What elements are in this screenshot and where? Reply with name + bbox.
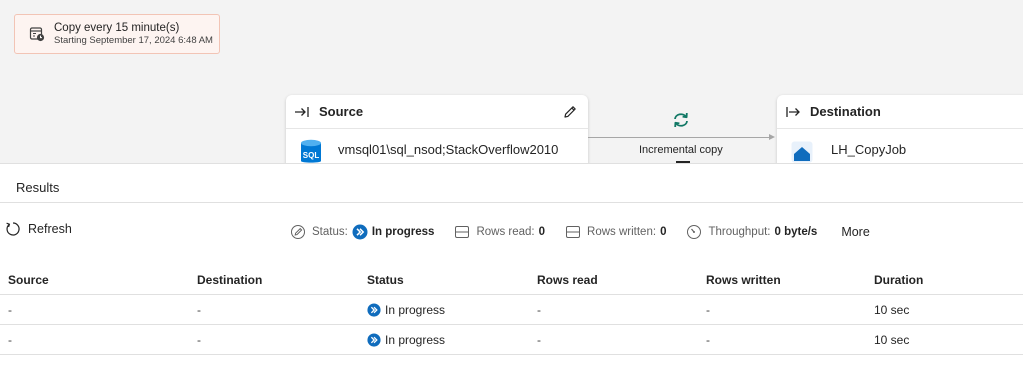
schedule-start: Starting September 17, 2024 6:48 AM [54, 34, 213, 46]
more-button[interactable]: More [841, 225, 869, 239]
summary-throughput: Throughput: 0 byte/s [686, 224, 817, 240]
pipeline-canvas: Copy every 15 minute(s) Starting Septemb… [0, 0, 1023, 163]
svg-text:SQL: SQL [303, 151, 320, 160]
sql-database-icon: SQL [301, 139, 321, 163]
arrow-right-bar-icon [786, 106, 800, 117]
in-progress-icon [352, 224, 368, 240]
cell-rows-read: - [537, 333, 541, 347]
throughput-label: Throughput: [708, 226, 771, 238]
column-header-source[interactable]: Source [8, 265, 49, 295]
cell-duration: 10 sec [874, 325, 909, 355]
connector-line [588, 137, 771, 138]
tab-results[interactable]: Results [16, 180, 59, 195]
summary-status: Status: In progress [290, 224, 434, 240]
refresh-label: Refresh [28, 222, 72, 236]
summary-rows-written: Rows written: 0 [565, 225, 666, 239]
table-row[interactable]: - - In progress - - 10 sec [0, 295, 1023, 325]
schedule-badge[interactable]: Copy every 15 minute(s) Starting Septemb… [14, 14, 220, 54]
refresh-icon [6, 222, 20, 236]
table-icon [455, 226, 470, 238]
throughput-value: 0 byte/s [774, 226, 818, 238]
source-connection-name: vmsql01\sql_nsod;StackOverflow2010 [338, 141, 559, 157]
cell-status-text: In progress [385, 303, 446, 317]
column-header-rows-written[interactable]: Rows written [706, 265, 781, 295]
tab-divider [0, 202, 1023, 203]
source-card-header: Source [286, 95, 588, 129]
lakehouse-icon [791, 141, 813, 163]
cell-destination: - [197, 303, 201, 317]
sync-arrows-icon [674, 112, 688, 128]
cell-rows-written: - [706, 303, 710, 317]
in-progress-icon [367, 303, 381, 317]
schedule-frequency: Copy every 15 minute(s) [54, 21, 180, 34]
calendar-clock-icon [29, 27, 45, 42]
run-summary-bar: Status: In progress Rows read: 0 Rows wr… [290, 223, 870, 241]
source-card-body: SQL vmsql01\sql_nsod;StackOverflow2010 [286, 129, 588, 163]
cell-duration-text: 10 sec [874, 333, 910, 347]
status-edit-icon [291, 225, 305, 239]
destination-card-header: Destination [777, 95, 1023, 129]
table-row[interactable]: - - In progress - - 10 sec [0, 325, 1023, 355]
summary-rows-read: Rows read: 0 [454, 225, 545, 239]
in-progress-icon [367, 333, 381, 347]
cell-source: - [8, 303, 12, 317]
status-value: In progress [371, 226, 435, 238]
cell-duration-text: 10 sec [874, 303, 910, 317]
destination-item-name: LH_CopyJob [831, 141, 907, 157]
rows-written-label: Rows written: [587, 226, 657, 238]
destination-card[interactable]: Destination LH_CopyJob [777, 95, 1023, 163]
rows-read-value: 0 [538, 226, 546, 238]
destination-card-body: LH_CopyJob [777, 129, 1023, 163]
cell-duration: 10 sec [874, 295, 909, 325]
rows-written-value: 0 [660, 226, 667, 238]
edit-pencil-icon[interactable] [562, 104, 578, 120]
column-header-destination[interactable]: Destination [197, 265, 262, 295]
destination-card-title: Destination [810, 104, 881, 119]
connector-label: Incremental copy [639, 144, 723, 156]
column-header-duration[interactable]: Duration [874, 265, 923, 295]
connector-arrowhead [769, 134, 775, 140]
results-table: Source Destination Status Rows read Rows… [0, 265, 1023, 355]
table-icon [566, 226, 581, 238]
cell-status: In progress [367, 325, 445, 355]
arrow-right-bar-icon [295, 106, 309, 117]
column-header-rows-read[interactable]: Rows read [537, 265, 598, 295]
results-panel: Results Refresh Status: In progress Rows… [0, 163, 1023, 379]
rows-read-label: Rows read: [476, 226, 535, 238]
cell-source: - [8, 333, 12, 347]
cell-rows-written: - [706, 333, 710, 347]
status-label: Status: [312, 226, 348, 238]
source-card-title: Source [319, 104, 364, 119]
table-header-row: Source Destination Status Rows read Rows… [0, 265, 1023, 295]
cell-destination: - [197, 333, 201, 347]
cell-status: In progress [367, 295, 445, 325]
column-header-status[interactable]: Status [367, 265, 404, 295]
gauge-icon [687, 225, 702, 239]
refresh-button[interactable]: Refresh [5, 221, 72, 237]
cell-status-text: In progress [385, 333, 446, 347]
cell-rows-read: - [537, 303, 541, 317]
source-card[interactable]: Source SQL vmsql01\sql_nsod;StackOverflo… [286, 95, 588, 163]
